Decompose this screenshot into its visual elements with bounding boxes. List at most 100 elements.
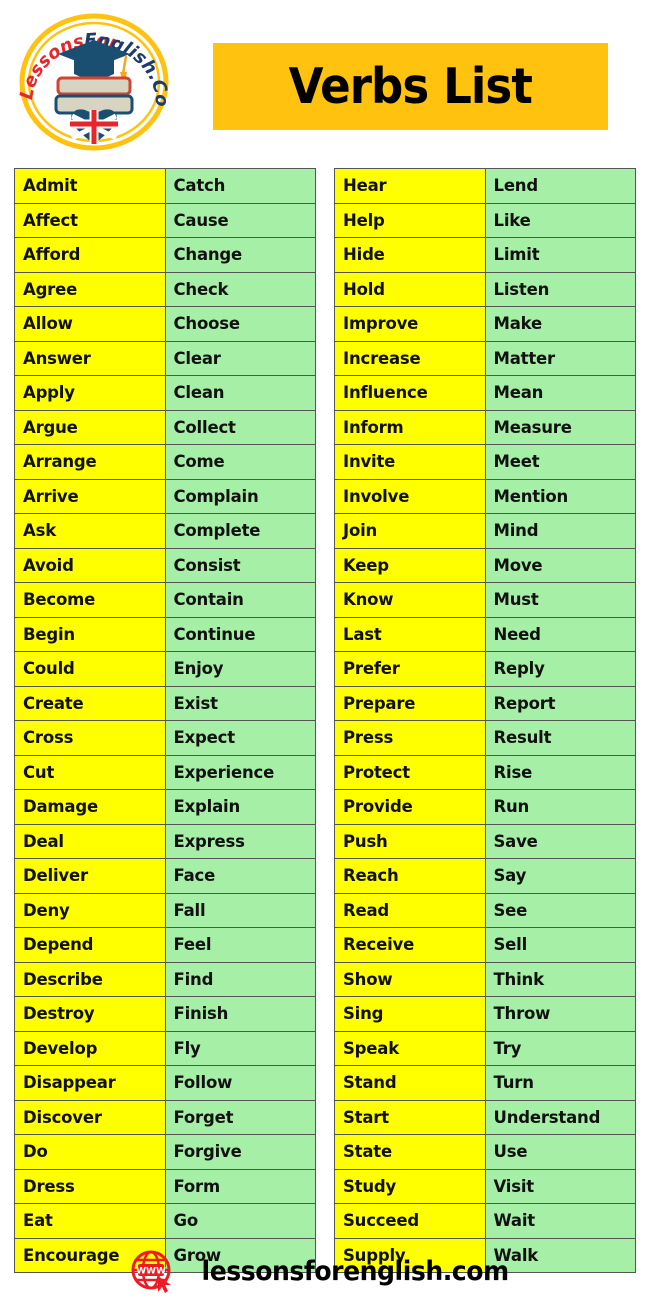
verb-cell: Fall <box>164 892 316 928</box>
table-row: Do Forgive <box>14 1134 316 1170</box>
table-row: Receive Sell <box>334 927 636 963</box>
verb-cell: Afford <box>14 237 166 273</box>
site-logo: LessonsFor English.Com <box>5 0 174 152</box>
verb-cell: Clear <box>164 340 316 376</box>
verb-cell: Arrange <box>14 444 166 480</box>
verb-cell: Hear <box>334 168 486 204</box>
verb-cell: Say <box>484 858 636 894</box>
table-row: Reach Say <box>334 858 636 894</box>
table-row: Argue Collect <box>14 409 316 445</box>
verb-cell: Damage <box>14 789 166 825</box>
table-row: Dress Form <box>14 1168 316 1204</box>
verb-cell: Change <box>164 237 316 273</box>
verb-cell: Rise <box>484 754 636 790</box>
verb-cell: Forgive <box>164 1134 316 1170</box>
table-row: Agree Check <box>14 271 316 307</box>
table-row: Press Result <box>334 720 636 756</box>
verb-cell: Must <box>484 582 636 618</box>
left-table-body: Admit Catch Affect Cause Afford Change Agree Ch… <box>14 168 316 1273</box>
verb-cell: Meet <box>484 444 636 480</box>
verb-cell: Read <box>334 892 486 928</box>
table-row: Ask Complete <box>14 513 316 549</box>
table-row: Involve Mention <box>334 478 636 514</box>
verb-cell: Exist <box>164 685 316 721</box>
verb-cell: Finish <box>164 996 316 1032</box>
verb-cell: Consist <box>164 547 316 583</box>
table-row: Speak Try <box>334 1030 636 1066</box>
table-row: Last Need <box>334 616 636 652</box>
verb-cell: Affect <box>14 202 166 238</box>
table-row: Arrange Come <box>14 444 316 480</box>
table-row: Study Visit <box>334 1168 636 1204</box>
verb-cell: Understand <box>484 1099 636 1135</box>
verb-cell: Run <box>484 789 636 825</box>
verb-cell: Involve <box>334 478 486 514</box>
table-row: Sing Throw <box>334 996 636 1032</box>
verb-cell: Save <box>484 823 636 859</box>
verb-cell: Dress <box>14 1168 166 1204</box>
table-row: Keep Move <box>334 547 636 583</box>
table-row: Allow Choose <box>14 306 316 342</box>
table-row: Succeed Wait <box>334 1203 636 1239</box>
verb-cell: See <box>484 892 636 928</box>
verb-cell: Hold <box>334 271 486 307</box>
table-row: Join Mind <box>334 513 636 549</box>
verb-cell: Forget <box>164 1099 316 1135</box>
table-row: Develop Fly <box>14 1030 316 1066</box>
verb-cell: Limit <box>484 237 636 273</box>
table-row: Push Save <box>334 823 636 859</box>
verb-cell: Face <box>164 858 316 894</box>
verb-cell: Describe <box>14 961 166 997</box>
verb-cell: Study <box>334 1168 486 1204</box>
verb-cell: Invite <box>334 444 486 480</box>
verb-cell: Become <box>14 582 166 618</box>
table-row: Cut Experience <box>14 754 316 790</box>
table-row: Answer Clear <box>14 340 316 376</box>
table-row: Read See <box>334 892 636 928</box>
verb-cell: Apply <box>14 375 166 411</box>
table-row: Prepare Report <box>334 685 636 721</box>
verb-cell: Sell <box>484 927 636 963</box>
left-verbs-table: Admit Catch Affect Cause Afford Change Agree Ch… <box>14 168 316 1273</box>
table-row: Begin Continue <box>14 616 316 652</box>
verb-cell: Like <box>484 202 636 238</box>
verb-cell: Try <box>484 1030 636 1066</box>
verb-cell: Hide <box>334 237 486 273</box>
verb-cell: Result <box>484 720 636 756</box>
table-row: Stand Turn <box>334 1065 636 1101</box>
verb-cell: Listen <box>484 271 636 307</box>
verb-cell: Catch <box>164 168 316 204</box>
verb-cell: Prefer <box>334 651 486 687</box>
verb-cell: Form <box>164 1168 316 1204</box>
verb-cell: Complain <box>164 478 316 514</box>
verb-cell: Lend <box>484 168 636 204</box>
table-row: Avoid Consist <box>14 547 316 583</box>
verb-cell: Follow <box>164 1065 316 1101</box>
table-row: Arrive Complain <box>14 478 316 514</box>
table-row: Improve Make <box>334 306 636 342</box>
table-row: Hide Limit <box>334 237 636 273</box>
table-row: Inform Measure <box>334 409 636 445</box>
verb-cell: Begin <box>14 616 166 652</box>
verb-cell: Argue <box>14 409 166 445</box>
verb-cell: Go <box>164 1203 316 1239</box>
verb-cell: Find <box>164 961 316 997</box>
table-row: Discover Forget <box>14 1099 316 1135</box>
verb-cell: Show <box>334 961 486 997</box>
table-row: Destroy Finish <box>14 996 316 1032</box>
verb-cell: Do <box>14 1134 166 1170</box>
verb-cell: Feel <box>164 927 316 963</box>
table-row: Invite Meet <box>334 444 636 480</box>
verb-cell: Protect <box>334 754 486 790</box>
verb-cell: Clean <box>164 375 316 411</box>
verb-cell: Disappear <box>14 1065 166 1101</box>
verb-cell: Sing <box>334 996 486 1032</box>
page-header: LessonsFor English.Com <box>0 0 650 160</box>
verb-cell: Throw <box>484 996 636 1032</box>
table-row: Protect Rise <box>334 754 636 790</box>
verbs-list-page: LessonsFor English.Com <box>0 0 650 1300</box>
verb-cell: Use <box>484 1134 636 1170</box>
table-row: Provide Run <box>334 789 636 825</box>
table-row: Damage Explain <box>14 789 316 825</box>
verb-cell: Visit <box>484 1168 636 1204</box>
